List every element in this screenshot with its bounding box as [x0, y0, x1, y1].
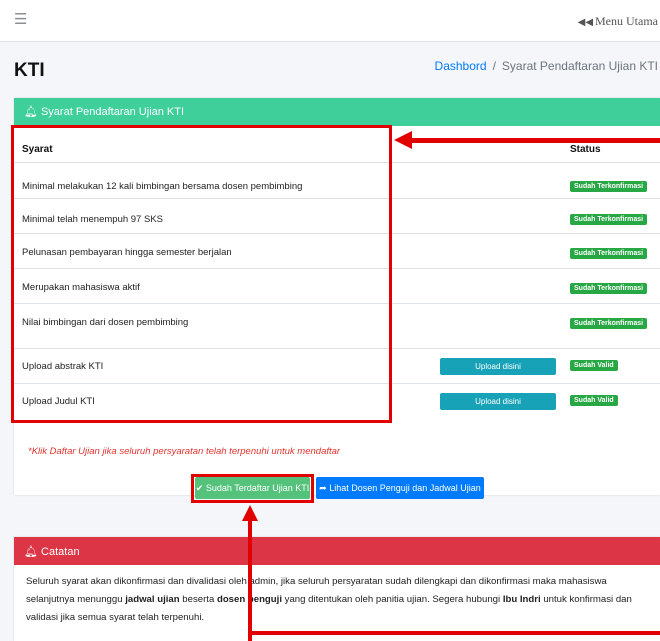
notes-card-body: Seluruh syarat akan dikonfirmasi dan div…	[14, 565, 660, 627]
requirements-card-title: Syarat Pendaftaran Ujian KTI	[40, 106, 185, 118]
annotation-arrow-horizontal	[248, 631, 660, 635]
annotation-arrow-vertical	[248, 519, 252, 641]
annotation-box-registered	[191, 474, 314, 503]
upload-judul-button[interactable]: Upload disini	[440, 393, 556, 410]
annotation-arrowhead-up	[242, 505, 258, 521]
status-badge: Sudah Terkonfirmasi	[570, 214, 648, 225]
status-badge: Sudah Terkonfirmasi	[570, 248, 648, 259]
notes-bold-jadwal: jadwal ujian	[125, 594, 180, 605]
bell-icon: 🔔︎	[24, 106, 38, 118]
annotation-arrow-line	[405, 138, 660, 143]
hamburger-icon[interactable]: ☰	[14, 12, 27, 27]
breadcrumb-separator: /	[492, 59, 496, 73]
bell-icon: 🔔︎	[24, 546, 38, 558]
breadcrumb: Dashbord / Syarat Pendaftaran Ujian KTI	[435, 59, 658, 73]
notes-card-header: 🔔︎ Catatan	[14, 537, 660, 565]
page-title: KTI	[14, 60, 45, 81]
upload-abstrak-button[interactable]: Upload disini	[440, 358, 556, 375]
view-examiner-schedule-button[interactable]: ➦ Lihat Dosen Penguji dan Jadwal Ujian	[316, 477, 484, 499]
registration-note: *Klik Daftar Ujian jika seluruh persyara…	[28, 446, 341, 457]
notes-text: yang ditentukan oleh panitia ujian. Sege…	[281, 594, 503, 605]
notes-bold-contact: Ibu Indri	[502, 594, 541, 605]
notes-card-title: Catatan	[41, 546, 80, 558]
breadcrumb-current: Syarat Pendaftaran Ujian KTI	[501, 59, 658, 73]
view-examiner-schedule-label: Lihat Dosen Penguji dan Jadwal Ujian	[329, 483, 481, 493]
status-badge: Sudah Valid	[570, 360, 618, 371]
annotation-box-requirements	[11, 125, 392, 423]
requirements-card-header: 🔔︎ Syarat Pendaftaran Ujian KTI	[14, 98, 660, 126]
double-left-arrow-icon: ◀◀	[577, 17, 594, 28]
status-badge: Sudah Terkonfirmasi	[570, 283, 648, 294]
menu-utama-link[interactable]: ◀◀ Menu Utama	[578, 14, 658, 29]
status-badge: Sudah Terkonfirmasi	[570, 318, 648, 329]
status-badge: Sudah Terkonfirmasi	[570, 181, 648, 192]
notes-text: beserta	[179, 594, 217, 605]
column-header-status: Status	[570, 144, 601, 155]
breadcrumb-dashboard-link[interactable]: Dashbord	[435, 59, 487, 73]
notes-card: 🔔︎ Catatan Seluruh syarat akan dikonfirm…	[14, 537, 660, 641]
top-navbar: ☰ ◀◀ Menu Utama	[0, 0, 660, 42]
share-arrow-icon: ➦	[319, 483, 327, 493]
menu-utama-label: Menu Utama	[595, 14, 658, 28]
status-badge: Sudah Valid	[570, 395, 618, 406]
annotation-arrowhead-left	[394, 131, 412, 149]
